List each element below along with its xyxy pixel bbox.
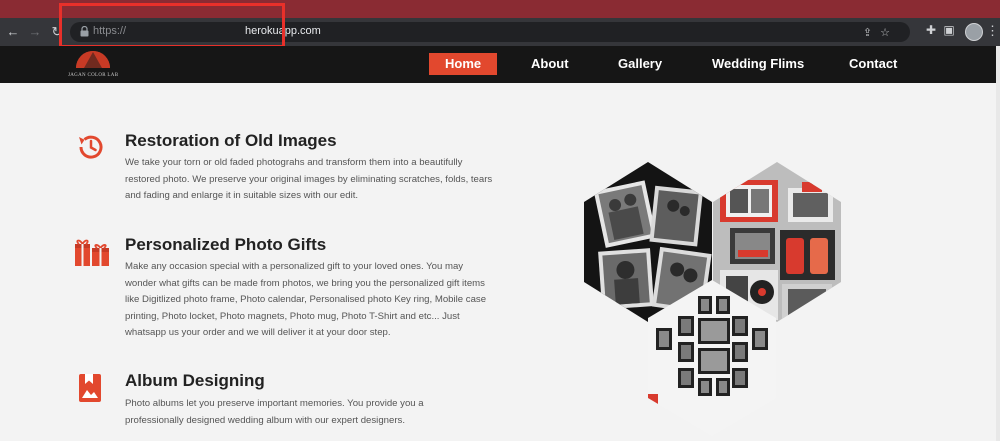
feature-desc-gifts: Make any occasion special with a persona… (125, 261, 487, 338)
album-icon (79, 374, 101, 402)
address-bar[interactable]: https:// herokuapp.com ⇪☆ (70, 22, 910, 42)
nav-contact[interactable]: Contact (849, 53, 897, 75)
profile-avatar[interactable] (965, 23, 983, 41)
extension-icons: ✚ ▣ (922, 23, 958, 41)
share-icon[interactable]: ⇪ (863, 27, 880, 39)
window-titlebar (0, 0, 1000, 18)
nav-wedding-films[interactable]: Wedding Flims (712, 53, 804, 75)
feature-title-gifts: Personalized Photo Gifts (125, 235, 327, 254)
browser-menu-icon[interactable]: ⋮ (986, 23, 999, 39)
feature-desc-album: Photo albums let you preserve important … (125, 398, 424, 426)
lock-icon (80, 26, 89, 37)
logo-icon[interactable] (74, 46, 112, 76)
nav-gallery[interactable]: Gallery (618, 53, 662, 75)
browser-toolbar: ← → ↻ https:// herokuapp.com ⇪☆ ✚ ▣ ⋮ (0, 18, 1000, 46)
extensions-puzzle-icon[interactable]: ✚ (922, 23, 940, 37)
page-scrollbar[interactable] (996, 46, 1000, 441)
feature-title-album: Album Designing (125, 371, 265, 390)
bookmark-star-icon[interactable]: ☆ (880, 27, 898, 39)
services-section: Restoration of Old Images We take your t… (0, 83, 1000, 441)
address-bar-actions[interactable]: ⇪☆ (863, 26, 898, 39)
nav-about[interactable]: About (531, 53, 569, 75)
photo-hexagon-collage (584, 162, 841, 436)
url-redaction (150, 25, 242, 39)
nav-home[interactable]: Home (429, 53, 498, 75)
side-panel-icon[interactable]: ▣ (940, 23, 958, 37)
reload-icon[interactable]: ↻ (48, 23, 66, 41)
url-scheme: https:// (93, 25, 127, 37)
site-navbar: JAGAN COLOR LAB Home About Gallery Weddi… (0, 46, 1000, 83)
history-icon (79, 135, 103, 159)
feature-desc-restoration: We take your torn or old faded photograh… (125, 157, 493, 201)
back-icon[interactable]: ← (4, 23, 22, 41)
url-host: herokuapp.com (245, 25, 321, 37)
forward-icon[interactable]: → (26, 23, 44, 41)
gift-icon (75, 239, 109, 266)
feature-title-restoration: Restoration of Old Images (125, 131, 337, 150)
logo-text: JAGAN COLOR LAB (68, 73, 119, 78)
